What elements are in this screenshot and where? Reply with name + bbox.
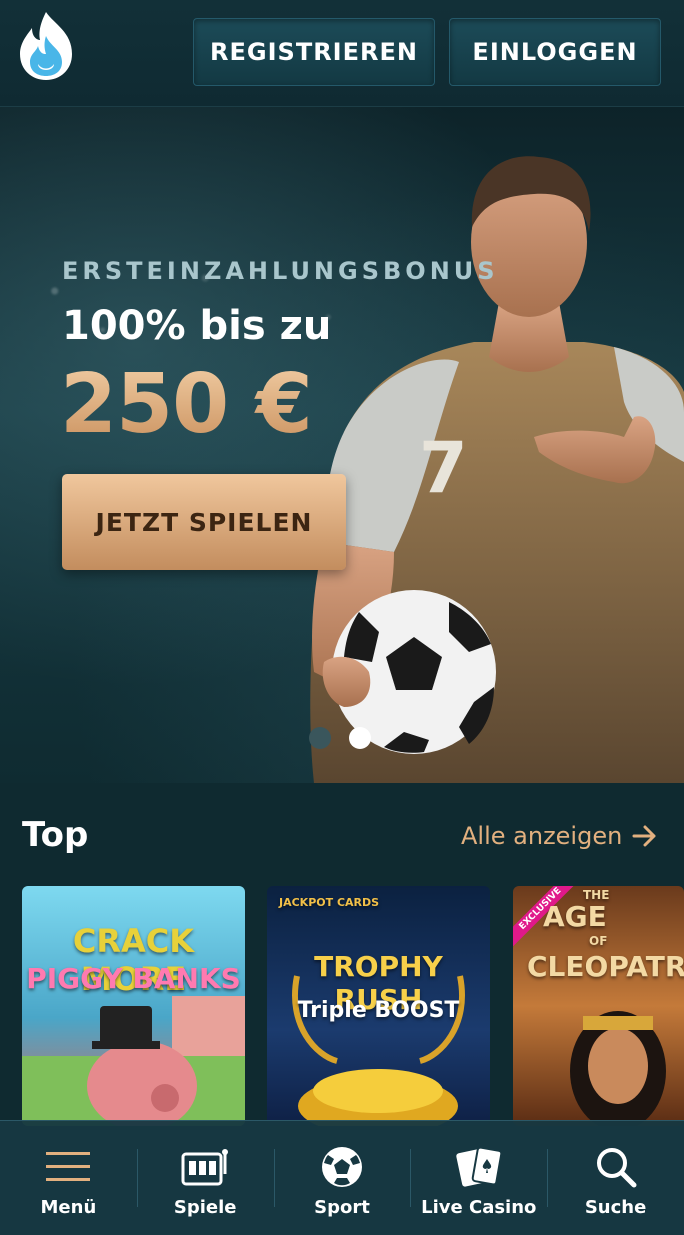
carousel-dot-active[interactable] <box>349 727 371 749</box>
nav-sport-label: Sport <box>314 1197 370 1218</box>
nav-sport[interactable]: Sport <box>273 1121 411 1235</box>
football-player-image: 7 <box>310 156 684 783</box>
flame-logo-icon[interactable] <box>14 10 78 82</box>
nav-live-casino-label: Live Casino <box>421 1197 537 1218</box>
hero-banner[interactable]: 7 ERSTEINZAHLUNGSBONUS 100% bis zu 250 €… <box>0 107 684 783</box>
carousel-dot[interactable] <box>309 727 331 749</box>
bottom-nav: Menü Spiele Sport Live Casino Suche <box>0 1120 684 1235</box>
game-tile-age-of-cleopatra[interactable]: EXCLUSIVE THE AGE OF CLEOPATR <box>513 886 684 1126</box>
soccer-ball-icon <box>320 1143 364 1191</box>
promo-line: 100% bis zu <box>62 303 332 349</box>
nav-menu[interactable]: Menü <box>0 1121 137 1235</box>
game-title-line2: PIGGY BANKS <box>26 962 241 995</box>
header: REGISTRIEREN EINLOGGEN <box>0 0 684 107</box>
game-title-line1: AGE <box>543 900 607 933</box>
game-tile-trophy-rush[interactable]: JACKPOT CARDS TROPHY RUSH Triple BOOST <box>267 886 490 1126</box>
see-all-link[interactable]: Alle anzeigen <box>461 822 658 850</box>
search-icon <box>595 1143 637 1191</box>
nav-live-casino[interactable]: Live Casino <box>410 1121 547 1235</box>
game-tile-piggy-banks[interactable]: CRACK MORE PIGGY BANKS <box>22 886 245 1126</box>
login-button[interactable]: EINLOGGEN <box>449 18 661 86</box>
play-now-button[interactable]: JETZT SPIELEN <box>62 474 346 570</box>
register-button[interactable]: REGISTRIEREN <box>193 18 435 86</box>
see-all-label: Alle anzeigen <box>461 822 623 850</box>
nav-menu-label: Menü <box>40 1197 97 1218</box>
nav-games[interactable]: Spiele <box>136 1121 274 1235</box>
nav-games-label: Spiele <box>173 1197 237 1218</box>
promo-subtitle: ERSTEINZAHLUNGSBONUS <box>62 257 499 285</box>
svg-text:7: 7 <box>419 427 468 509</box>
promo-amount: 250 € <box>60 357 313 452</box>
section-title: Top <box>22 815 89 855</box>
carousel-dots <box>309 727 371 749</box>
playing-cards-icon <box>455 1143 503 1191</box>
game-title-line2: Triple BOOST <box>297 998 460 1023</box>
provider-label: JACKPOT CARDS <box>279 896 380 909</box>
arrow-right-icon <box>632 825 656 847</box>
game-title-line2: CLEOPATR <box>527 950 684 983</box>
nav-search[interactable]: Suche <box>547 1121 684 1235</box>
nav-search-label: Suche <box>584 1197 647 1218</box>
slot-machine-icon <box>181 1143 229 1191</box>
game-title-of: OF <box>589 934 608 948</box>
hamburger-menu-icon <box>46 1143 91 1191</box>
